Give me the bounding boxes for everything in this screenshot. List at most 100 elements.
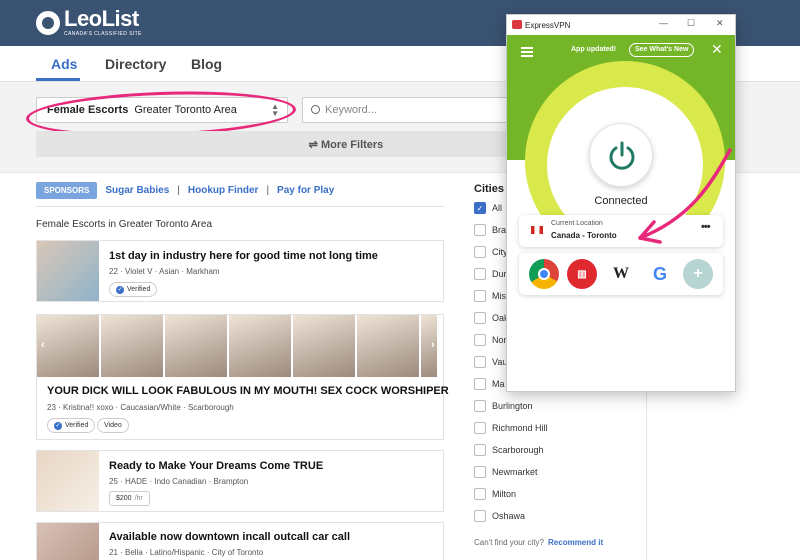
more-filters-label: More Filters	[320, 139, 384, 151]
minimize-icon[interactable]: —	[659, 18, 668, 28]
listing-thumbnail[interactable]	[37, 451, 99, 511]
city-filter-item[interactable]: Milton	[474, 488, 516, 500]
city-checkbox[interactable]	[474, 400, 486, 412]
city-filter-item[interactable]: Oshawa	[474, 510, 525, 522]
cities-heading: Cities	[474, 183, 504, 195]
mylifeorganized-icon[interactable]: ▥	[567, 259, 597, 289]
verified-badge: ✓ Verified	[109, 282, 158, 297]
sponsor-link-pay-for-play[interactable]: Pay for Play	[277, 185, 334, 196]
recommend-city-link[interactable]: Recommend it	[548, 538, 603, 547]
city-checkbox[interactable]	[474, 488, 486, 500]
logo-name: LeoList	[64, 6, 139, 31]
expressvpn-logo-icon	[512, 20, 522, 29]
add-icon[interactable]: +	[683, 259, 713, 289]
lion-logo-icon	[36, 10, 60, 35]
listing-title[interactable]: Ready to Make Your Dreams Come TRUE	[109, 460, 323, 472]
verified-label: Verified	[65, 422, 89, 429]
logo-tagline: CANADA'S CLASSIFIED SITE	[64, 31, 142, 37]
app-updated-text: App updated!	[571, 46, 617, 53]
chrome-icon[interactable]	[529, 259, 559, 289]
gallery-photo[interactable]	[165, 315, 227, 377]
gallery-photo[interactable]	[293, 315, 355, 377]
city-checkbox[interactable]	[474, 268, 486, 280]
active-tab-indicator	[36, 78, 80, 81]
gallery-photo[interactable]	[357, 315, 419, 377]
vpn-window-title: ExpressVPN	[525, 21, 571, 30]
city-checkbox[interactable]	[474, 334, 486, 346]
cant-find-text: Can't find your city?	[474, 538, 545, 547]
listing-card[interactable]: Available now downtown incall outcall ca…	[36, 522, 444, 560]
verified-badge: ✓ Verified	[47, 418, 96, 433]
chevron-left-icon[interactable]: ‹	[41, 339, 51, 353]
tab-blog[interactable]: Blog	[191, 56, 222, 72]
city-checkbox[interactable]	[474, 444, 486, 456]
gallery-photo[interactable]	[229, 315, 291, 377]
listing-thumbnail[interactable]	[37, 523, 99, 560]
chevron-right-icon[interactable]: ›	[431, 339, 441, 353]
city-checkbox[interactable]	[474, 290, 486, 302]
city-label: Richmond Hill	[492, 423, 548, 433]
city-checkbox[interactable]	[474, 422, 486, 434]
listing-card[interactable]: Ready to Make Your Dreams Come TRUE 25 ·…	[36, 450, 444, 512]
wikipedia-icon[interactable]: W	[606, 259, 636, 289]
listing-title[interactable]: 1st day in industry here for good time n…	[109, 250, 378, 262]
listing-card[interactable]: 1st day in industry here for good time n…	[36, 240, 444, 302]
city-checkbox[interactable]	[474, 224, 486, 236]
listing-thumbnail[interactable]	[37, 241, 99, 301]
city-filter-item[interactable]: Vau	[474, 356, 507, 368]
city-checkbox[interactable]: ✓	[474, 202, 486, 214]
city-checkbox[interactable]	[474, 466, 486, 478]
city-label: Nor	[492, 335, 507, 345]
photo-gallery[interactable]	[37, 315, 443, 379]
see-whats-new-button[interactable]: See What's New	[629, 43, 695, 57]
tab-ads[interactable]: Ads	[51, 56, 77, 72]
sponsors-bar: SPONSORS Sugar Babies | Hookup Finder | …	[36, 182, 334, 199]
check-icon: ✓	[54, 421, 62, 430]
vpn-titlebar: ExpressVPN — ☐ ✕	[507, 15, 735, 35]
city-checkbox[interactable]	[474, 246, 486, 258]
city-checkbox[interactable]	[474, 312, 486, 324]
close-window-icon[interactable]: ✕	[716, 18, 724, 29]
listing-card[interactable]: ‹ › YOUR DICK WILL LOOK FABULOUS IN MY M…	[36, 314, 449, 440]
search-icon	[311, 105, 320, 114]
keyword-search-input[interactable]: Keyword...	[302, 97, 512, 123]
city-label: Dur	[492, 269, 507, 279]
current-location-value: Canada - Toronto	[551, 231, 617, 240]
google-icon[interactable]: G	[645, 259, 675, 289]
tab-directory[interactable]: Directory	[105, 56, 166, 72]
city-filter-item[interactable]: Nor	[474, 334, 507, 346]
close-banner-icon[interactable]: ✕	[711, 41, 723, 58]
city-filter-item[interactable]: Newmarket	[474, 466, 538, 478]
city-label: Mis	[492, 291, 506, 301]
city-filter-item[interactable]: Mis	[474, 290, 506, 302]
sponsor-link-hookup-finder[interactable]: Hookup Finder	[188, 185, 259, 196]
city-checkbox[interactable]	[474, 356, 486, 368]
maximize-icon[interactable]: ☐	[687, 18, 695, 29]
app-shortcuts: ▥ W G +	[519, 253, 723, 295]
city-filter-item[interactable]: City	[474, 246, 508, 258]
cant-find-city: Can't find your city? Recommend it	[474, 538, 603, 547]
city-filter-item[interactable]: Bra	[474, 224, 506, 236]
city-filter-item[interactable]: Ma	[474, 378, 505, 390]
city-filter-item[interactable]: Dur	[474, 268, 507, 280]
city-label: All	[492, 203, 503, 213]
listing-meta: 21 · Bella · Latino/Hispanic · City of T…	[109, 548, 264, 557]
city-filter-item[interactable]: Oak	[474, 312, 509, 324]
sponsor-link-sugar-babies[interactable]: Sugar Babies	[105, 185, 169, 196]
listing-title[interactable]: YOUR DICK WILL LOOK FABULOUS IN MY MOUTH…	[47, 385, 449, 397]
site-logo[interactable]: LeoList CANADA'S CLASSIFIED SITE	[36, 8, 142, 37]
current-location-label: Current Location	[551, 220, 603, 227]
city-checkbox[interactable]	[474, 378, 486, 390]
listing-meta: 25 · HADE · Indo Canadian · Brampton	[109, 477, 249, 486]
city-checkbox[interactable]	[474, 510, 486, 522]
listing-meta: 23 · Kristina!! xoxo · Caucasian/White ·…	[47, 403, 234, 412]
gallery-photo[interactable]	[101, 315, 163, 377]
city-filter-item[interactable]: Burlington	[474, 400, 533, 412]
city-filter-item[interactable]: ✓ All	[474, 202, 502, 214]
city-filter-item[interactable]: Scarborough	[474, 444, 544, 456]
city-filter-item[interactable]: Richmond Hill	[474, 422, 548, 434]
listing-title[interactable]: Available now downtown incall outcall ca…	[109, 531, 350, 543]
menu-icon[interactable]	[521, 47, 533, 59]
city-label: Scarborough	[492, 445, 544, 455]
price-unit: /hr	[134, 495, 143, 502]
